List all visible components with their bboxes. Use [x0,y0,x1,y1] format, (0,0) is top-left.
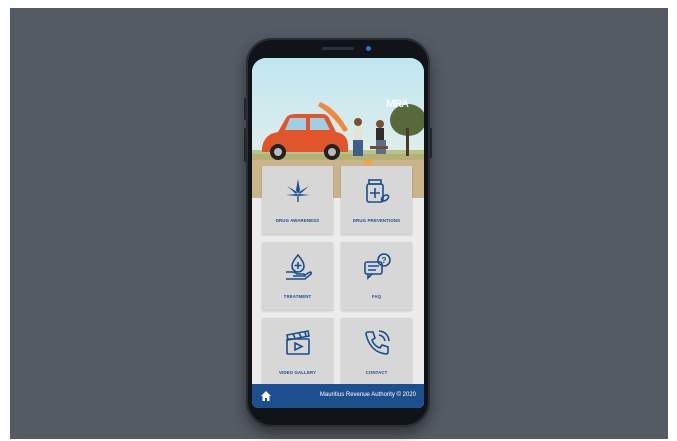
tile-contact[interactable]: CONTACT [341,318,412,386]
home-icon[interactable] [260,390,272,402]
volume-button [244,98,246,120]
brand-logo-icon: MRA [385,98,409,110]
volume-button [244,128,246,162]
footer-bar: Mauritius Revenue Authority © 2020 [252,384,424,408]
tile-label: VIDEO GALLERY [279,370,316,375]
clapperboard-icon [286,330,310,355]
medicine-bottle-icon [366,179,390,203]
tile-video-gallery[interactable]: VIDEO GALLERY [262,318,333,386]
app-screen: MRA DRUG AWARENESS DRUG PREVENTIONS TREA… [252,58,424,408]
question-chat-icon: ? [364,253,391,280]
tile-label: CONTACT [365,370,388,375]
tile-label: DRUG AWARENESS [275,218,320,223]
svg-text:?: ? [382,256,387,265]
hand-drop-icon [286,253,313,280]
tile-faq[interactable]: ? FAQ [341,242,412,310]
footer-copyright: Mauritius Revenue Authority © 2020 [319,392,416,398]
phone-frame: MRA DRUG AWARENESS DRUG PREVENTIONS TREA… [244,38,432,427]
tile-treatment[interactable]: TREATMENT [262,242,333,310]
speaker-grille [322,47,354,50]
front-camera [366,46,371,51]
tile-drug-preventions[interactable]: DRUG PREVENTIONS [341,166,412,234]
tile-label: TREATMENT [283,294,312,299]
tile-drug-awareness[interactable]: DRUG AWARENESS [262,166,333,234]
phone-icon [365,330,390,355]
tile-label: DRUG PREVENTIONS [352,218,401,223]
tile-label: FAQ [371,294,382,299]
power-button [430,128,432,158]
cannabis-leaf-icon [286,179,310,202]
